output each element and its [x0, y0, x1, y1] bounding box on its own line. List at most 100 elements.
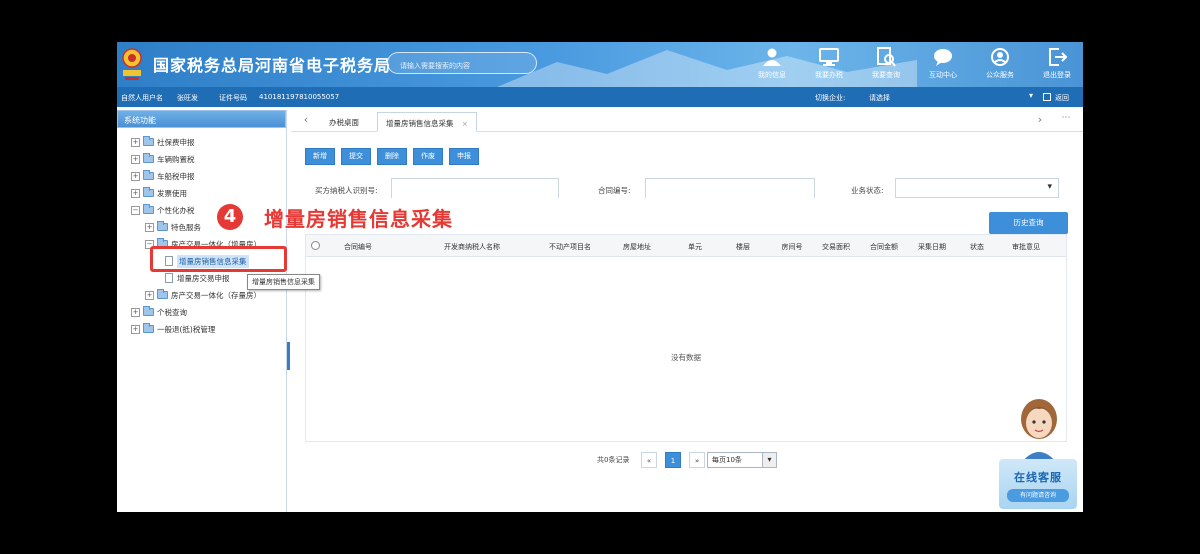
tree-item-vehicle-purchase-tax[interactable]: + 车辆购置税: [131, 152, 195, 166]
sidebar: 系统功能 + 社保费申报 + 车辆购置税 + 车船税申报 + 发票使用 − 个性…: [117, 110, 287, 512]
sidebar-splitter[interactable]: [287, 342, 290, 370]
column-header[interactable]: 交易面积: [822, 242, 850, 252]
highlight-frame: [150, 246, 287, 272]
empty-message: 没有数据: [671, 353, 701, 362]
folder-icon: [143, 204, 154, 214]
tree-item-refund-management[interactable]: + 一般退(抵)税管理: [131, 322, 215, 336]
id-number: 410181197810055057: [259, 93, 340, 101]
column-header[interactable]: 合同编号: [344, 242, 372, 252]
tree-item-personalized[interactable]: − 个性化办税: [131, 203, 195, 217]
tree-item-invoice[interactable]: + 发票使用: [131, 186, 187, 200]
void-button[interactable]: 作废: [413, 148, 443, 165]
history-query-button[interactable]: 历史查询: [989, 212, 1068, 234]
search-input[interactable]: [388, 56, 536, 76]
caret-down-icon[interactable]: ▾: [1029, 91, 1033, 100]
user-label: 自然人用户名: [121, 94, 163, 102]
tree-item-vehicle-vessel-tax[interactable]: + 车船税申报: [131, 169, 195, 183]
tree-item-personal-tax-query[interactable]: + 个税查询: [131, 305, 187, 319]
online-service-widget[interactable]: 在线客服 有问题请咨询: [999, 395, 1083, 512]
column-header[interactable]: 开发商纳税人名称: [444, 242, 500, 252]
column-header[interactable]: 采集日期: [918, 242, 946, 252]
contract-no-field[interactable]: [645, 178, 815, 199]
expand-icon[interactable]: +: [131, 137, 140, 147]
nav-label: 我要查询: [872, 71, 900, 79]
nav-label: 我的信息: [758, 71, 786, 79]
next-page-button[interactable]: »: [689, 452, 705, 468]
expand-icon[interactable]: +: [131, 324, 140, 334]
column-header[interactable]: 楼层: [736, 242, 750, 252]
buyer-id-input[interactable]: [392, 180, 558, 199]
contract-no-label: 合同编号:: [598, 186, 631, 195]
column-header[interactable]: 房屋地址: [623, 242, 651, 252]
folder-icon: [143, 323, 154, 333]
select-all-radio[interactable]: [311, 241, 320, 250]
close-icon[interactable]: ×: [462, 120, 468, 128]
column-header[interactable]: 房间号: [782, 242, 803, 252]
switch-enterprise-select[interactable]: 请选择: [869, 93, 890, 103]
current-page-button[interactable]: 1: [665, 452, 681, 468]
total-records: 共0条记录: [597, 456, 630, 464]
folder-icon: [143, 187, 154, 197]
expand-icon[interactable]: +: [131, 307, 140, 317]
switch-enterprise-label: 切换企业:: [815, 94, 846, 102]
top-header: 国家税务总局河南省电子税务局 我的信息 我要办税 我要查询 互动中心 公众服务 …: [117, 42, 1083, 87]
nav-query[interactable]: 我要查询: [863, 44, 909, 86]
expand-icon[interactable]: +: [145, 222, 154, 232]
column-header[interactable]: 合同金额: [870, 242, 898, 252]
menu-tooltip: 增量房销售信息采集: [247, 274, 320, 290]
nav-interaction[interactable]: 互动中心: [920, 44, 966, 86]
tree-item-incremental-declaration[interactable]: 增量房交易申报: [165, 271, 230, 285]
nav-my-info[interactable]: 我的信息: [749, 44, 795, 86]
buyer-id-field[interactable]: [391, 178, 559, 199]
nav-public-service[interactable]: 公众服务: [977, 44, 1023, 86]
status-select[interactable]: ▾: [895, 178, 1059, 198]
expand-icon[interactable]: +: [131, 171, 140, 181]
nav-label: 我要办税: [815, 71, 843, 79]
expand-icon[interactable]: +: [131, 188, 140, 198]
tab-scroll-right-icon[interactable]: ›: [1033, 113, 1047, 129]
service-subtitle: 有问题请咨询: [1007, 489, 1069, 502]
expand-icon[interactable]: +: [131, 154, 140, 164]
return-link[interactable]: 返回: [1055, 93, 1069, 103]
column-header[interactable]: 单元: [688, 242, 702, 252]
site-title: 国家税务总局河南省电子税务局: [153, 56, 392, 75]
nav-label: 互动中心: [929, 71, 957, 79]
function-tree: + 社保费申报 + 车辆购置税 + 车船税申报 + 发票使用 − 个性化办税 +…: [117, 128, 286, 334]
add-button[interactable]: 新增: [305, 148, 335, 165]
service-panel[interactable]: 在线客服 有问题请咨询: [999, 459, 1077, 509]
tab-tax-desktop[interactable]: 办税桌面: [321, 112, 367, 132]
delete-button[interactable]: 删除: [377, 148, 407, 165]
column-header[interactable]: 不动产项目名: [549, 242, 591, 252]
expand-icon[interactable]: +: [145, 290, 154, 300]
column-header[interactable]: 状态: [970, 242, 984, 252]
declare-button[interactable]: 申报: [449, 148, 479, 165]
contract-no-input[interactable]: [646, 180, 814, 199]
submit-button[interactable]: 提交: [341, 148, 371, 165]
tab-incremental-sales-collection[interactable]: 增量房销售信息采集 ×: [377, 112, 477, 132]
table-header: 合同编号 开发商纳税人名称 不动产项目名 房屋地址 单元 楼层 房间号 交易面积…: [306, 235, 1066, 257]
page-size-select[interactable]: 每页10条 ▾: [707, 452, 777, 468]
sidebar-title: 系统功能: [117, 110, 286, 128]
service-agent-avatar: [1021, 399, 1057, 463]
pagination: 共0条记录 « 1 » 每页10条 ▾: [291, 450, 1083, 470]
column-header[interactable]: 审批意见: [1012, 242, 1040, 252]
more-icon[interactable]: ⋯: [1059, 113, 1073, 129]
page-icon: [165, 273, 173, 283]
collapse-icon[interactable]: −: [131, 205, 140, 215]
user-name: 张旺发: [177, 94, 198, 102]
tree-item-special-service[interactable]: + 特色服务: [145, 220, 201, 234]
search-doc-icon: [877, 47, 896, 67]
status-label: 业务状态:: [851, 186, 884, 195]
prev-page-button[interactable]: «: [641, 452, 657, 468]
tree-item-social-insurance[interactable]: + 社保费申报: [131, 135, 195, 149]
return-icon[interactable]: [1043, 93, 1051, 101]
monitor-icon: [819, 48, 839, 66]
service-title: 在线客服: [1014, 471, 1062, 484]
tree-item-stock-housing[interactable]: + 房产交易一体化（存量房）: [145, 288, 261, 302]
nav-logout[interactable]: 退出登录: [1034, 44, 1080, 86]
tab-scroll-left-icon[interactable]: ‹: [299, 113, 313, 129]
logout-icon: [1049, 48, 1068, 66]
user-info-bar: 自然人用户名 张旺发 证件号码 410181197810055057 切换企业:…: [117, 87, 1083, 107]
search-box[interactable]: [387, 52, 537, 76]
nav-do-tax[interactable]: 我要办税: [806, 44, 852, 86]
